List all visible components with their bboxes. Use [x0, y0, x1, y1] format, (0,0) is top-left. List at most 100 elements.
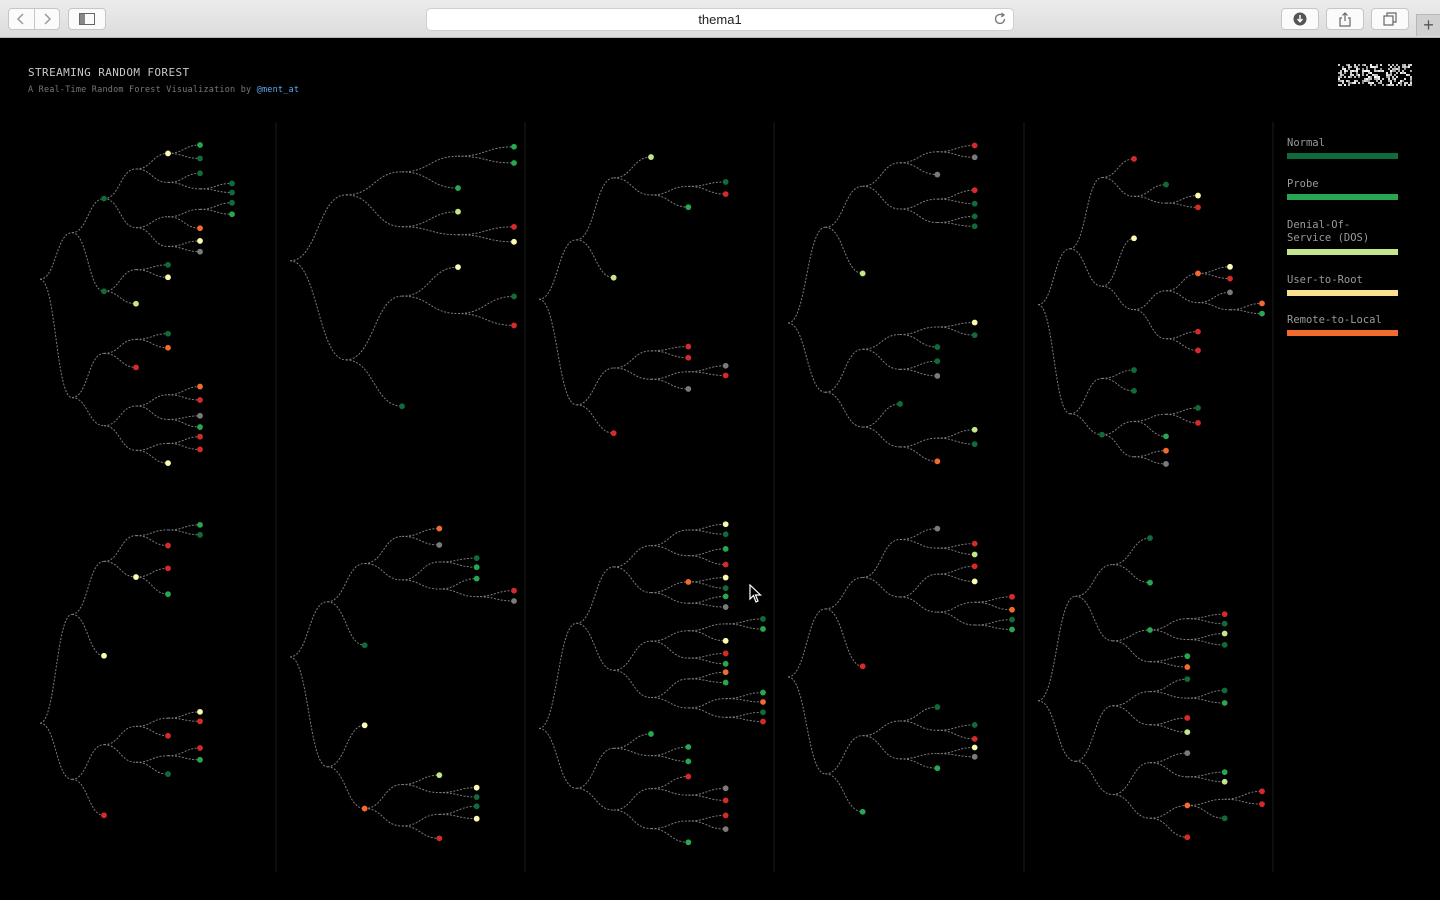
- tree-node[interactable]: [722, 521, 729, 528]
- tree-node[interactable]: [165, 732, 171, 739]
- tree-node[interactable]: [197, 521, 203, 528]
- tree-node[interactable]: [760, 616, 766, 622]
- tree-node[interactable]: [1259, 310, 1265, 317]
- tree-node[interactable]: [361, 642, 368, 649]
- tree-node[interactable]: [685, 343, 692, 350]
- tree-node[interactable]: [361, 722, 368, 729]
- tree-node[interactable]: [101, 652, 107, 659]
- tree-node[interactable]: [436, 772, 443, 779]
- tree-node[interactable]: [473, 575, 480, 582]
- tree-node[interactable]: [685, 386, 692, 392]
- tree-node[interactable]: [197, 424, 203, 430]
- tree-node[interactable]: [722, 593, 729, 600]
- decision-tree[interactable]: [39, 521, 203, 819]
- decision-tree[interactable]: [1037, 156, 1265, 467]
- tree-node[interactable]: [197, 446, 203, 453]
- tree-node[interactable]: [971, 142, 978, 149]
- tree-node[interactable]: [971, 426, 978, 433]
- tree-node[interactable]: [1184, 653, 1191, 660]
- tree-node[interactable]: [455, 208, 461, 215]
- tree-node[interactable]: [1227, 263, 1233, 270]
- tree-node[interactable]: [101, 288, 107, 295]
- tree-node[interactable]: [934, 344, 941, 350]
- tree-node[interactable]: [165, 330, 171, 337]
- tree-node[interactable]: [165, 261, 171, 268]
- tree-node[interactable]: [685, 773, 692, 780]
- tree-node[interactable]: [722, 585, 729, 592]
- tree-node[interactable]: [971, 332, 978, 339]
- tree-node[interactable]: [436, 525, 443, 532]
- tree-node[interactable]: [511, 223, 517, 230]
- tree-node[interactable]: [197, 756, 203, 763]
- tree-node[interactable]: [971, 578, 978, 585]
- tree-node[interactable]: [1195, 405, 1201, 411]
- tree-node[interactable]: [722, 191, 729, 198]
- tree-node[interactable]: [1184, 715, 1191, 721]
- tree-node[interactable]: [722, 637, 729, 644]
- tree-node[interactable]: [473, 803, 480, 810]
- tree-node[interactable]: [1163, 447, 1169, 454]
- tree-node[interactable]: [685, 579, 692, 585]
- tree-node[interactable]: [1195, 347, 1201, 354]
- decision-tree[interactable]: [1037, 535, 1265, 841]
- tree-node[interactable]: [165, 150, 171, 157]
- tree-node[interactable]: [511, 238, 517, 245]
- tree-node[interactable]: [165, 771, 171, 777]
- tree-node[interactable]: [722, 362, 729, 369]
- tree-node[interactable]: [722, 545, 729, 552]
- tree-node[interactable]: [1221, 769, 1228, 776]
- tree-node[interactable]: [455, 185, 461, 191]
- tree-node[interactable]: [229, 189, 235, 196]
- tree-node[interactable]: [1009, 616, 1015, 623]
- tree-node[interactable]: [971, 441, 978, 448]
- tree-node[interactable]: [722, 812, 729, 819]
- tree-node[interactable]: [760, 626, 766, 632]
- tree-node[interactable]: [1009, 606, 1015, 613]
- tree-node[interactable]: [1195, 204, 1201, 211]
- tree-node[interactable]: [511, 143, 517, 150]
- decision-tree[interactable]: [39, 142, 235, 466]
- tree-node[interactable]: [1163, 181, 1169, 188]
- tree-node[interactable]: [511, 598, 517, 604]
- decision-tree[interactable]: [538, 521, 766, 846]
- tree-node[interactable]: [101, 195, 107, 202]
- tree-node[interactable]: [165, 274, 171, 281]
- tree-node[interactable]: [1221, 641, 1228, 648]
- tree-node[interactable]: [1227, 289, 1233, 296]
- tree-node[interactable]: [473, 564, 480, 571]
- tree-node[interactable]: [934, 458, 941, 465]
- tree-node[interactable]: [971, 551, 978, 558]
- tree-node[interactable]: [971, 187, 978, 194]
- tree-node[interactable]: [971, 223, 978, 230]
- tree-node[interactable]: [1184, 729, 1191, 736]
- tree-node[interactable]: [473, 555, 480, 562]
- tree-node[interactable]: [722, 604, 729, 610]
- tree-node[interactable]: [1009, 593, 1015, 600]
- tree-node[interactable]: [399, 403, 405, 410]
- tree-node[interactable]: [133, 300, 139, 307]
- tree-node[interactable]: [1221, 687, 1228, 694]
- tree-node[interactable]: [722, 669, 729, 676]
- tree-node[interactable]: [511, 293, 517, 300]
- tree-node[interactable]: [1184, 750, 1191, 756]
- tree-node[interactable]: [1221, 630, 1228, 637]
- tree-node[interactable]: [473, 784, 480, 791]
- tree-node[interactable]: [722, 531, 729, 538]
- tree-node[interactable]: [133, 364, 139, 371]
- tree-node[interactable]: [1131, 156, 1137, 162]
- tree-node[interactable]: [1221, 611, 1228, 618]
- tree-node[interactable]: [1221, 700, 1228, 706]
- tree-node[interactable]: [229, 211, 235, 218]
- tree-node[interactable]: [934, 358, 941, 365]
- tree-node[interactable]: [197, 170, 203, 177]
- tree-node[interactable]: [1195, 420, 1201, 426]
- tree-node[interactable]: [934, 765, 941, 772]
- tree-node[interactable]: [685, 204, 692, 211]
- tree-node[interactable]: [971, 154, 978, 161]
- tree-node[interactable]: [971, 213, 978, 220]
- tree-node[interactable]: [722, 679, 729, 686]
- tree-node[interactable]: [1184, 664, 1191, 670]
- tree-node[interactable]: [934, 372, 941, 379]
- decision-tree[interactable]: [787, 142, 978, 465]
- tree-node[interactable]: [971, 319, 978, 326]
